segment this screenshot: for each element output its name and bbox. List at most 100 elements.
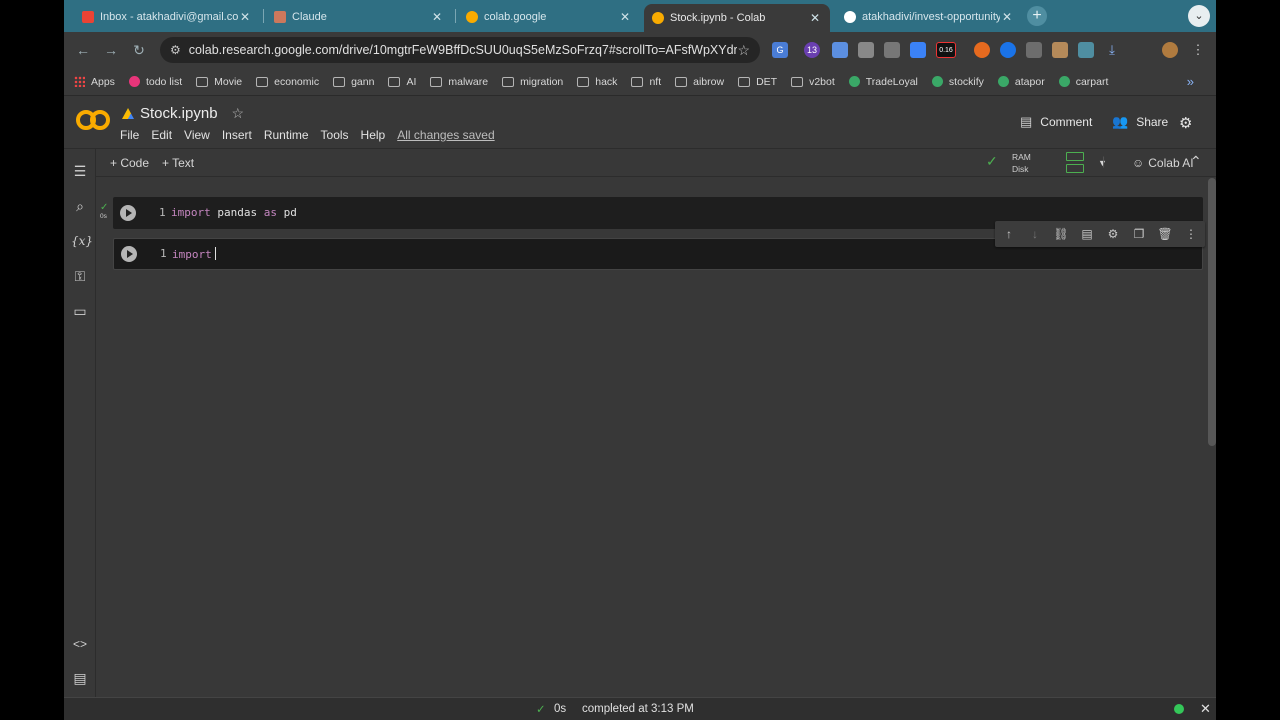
code-editor[interactable]: import bbox=[172, 247, 216, 261]
menu-runtime[interactable]: Runtime bbox=[264, 128, 309, 142]
avatar[interactable] bbox=[1162, 42, 1178, 58]
collapse-chevron-up-icon[interactable]: ⌃ bbox=[1190, 153, 1202, 170]
link-icon[interactable]: ⛓ bbox=[1053, 226, 1069, 242]
close-status-icon[interactable]: ✕ bbox=[1200, 701, 1211, 717]
move-down-arrow-icon[interactable]: ↓ bbox=[1027, 226, 1043, 242]
save-status-link[interactable]: All changes saved bbox=[397, 128, 494, 142]
menu-file[interactable]: File bbox=[120, 128, 139, 142]
extensions-puzzle-icon[interactable] bbox=[1078, 42, 1094, 58]
bookmark-folder[interactable]: nft bbox=[631, 76, 661, 88]
bookmark-todo-list[interactable]: todo list bbox=[128, 76, 182, 88]
bookmark-folder[interactable]: v2bot bbox=[791, 76, 835, 88]
bookmark-tradeloyal[interactable]: TradeLoyal bbox=[848, 76, 918, 88]
extension-icon[interactable] bbox=[910, 42, 926, 58]
cell-settings-gear-icon[interactable]: ⚙ bbox=[1105, 226, 1121, 242]
bookmark-star-icon[interactable]: ☆ bbox=[737, 42, 750, 59]
bookmark-atapor[interactable]: atapor bbox=[997, 76, 1045, 88]
menu-help[interactable]: Help bbox=[361, 128, 386, 142]
run-cell-play-icon[interactable] bbox=[120, 205, 136, 221]
bookmark-folder[interactable]: gann bbox=[333, 76, 374, 88]
mirror-cell-icon[interactable]: ❐ bbox=[1131, 226, 1147, 242]
kebab-menu-icon[interactable]: ⋮ bbox=[1190, 42, 1206, 58]
secrets-key-icon[interactable]: ⚿ bbox=[71, 267, 89, 285]
close-icon[interactable]: ✕ bbox=[808, 11, 822, 25]
table-of-contents-icon[interactable]: ☰ bbox=[71, 162, 89, 180]
notebook-name[interactable]: Stock.ipynb bbox=[140, 105, 218, 122]
tab-stock-ipynb[interactable]: Stock.ipynb - Colab ✕ bbox=[644, 4, 830, 32]
comment-button[interactable]: ▤ Comment bbox=[1020, 114, 1092, 130]
bookmark-label: malware bbox=[448, 75, 489, 88]
add-text-cell-button[interactable]: + Text bbox=[162, 156, 194, 170]
extension-badge-13[interactable]: 13 bbox=[804, 42, 820, 58]
extension-icon[interactable] bbox=[884, 42, 900, 58]
extension-icon[interactable] bbox=[1000, 42, 1016, 58]
extension-badge-016[interactable]: 0.16 bbox=[936, 42, 956, 58]
share-button[interactable]: 👥 Share bbox=[1112, 114, 1168, 130]
star-icon[interactable]: ☆ bbox=[232, 105, 245, 122]
bookmark-folder[interactable]: aibrow bbox=[675, 76, 724, 88]
folder-icon bbox=[738, 76, 751, 87]
menu-insert[interactable]: Insert bbox=[222, 128, 252, 142]
bookmark-stockify[interactable]: stockify bbox=[931, 76, 984, 88]
site-settings-icon[interactable]: ⚙ bbox=[170, 43, 181, 57]
tab-title: Stock.ipynb - Colab bbox=[670, 12, 766, 24]
extension-icon[interactable] bbox=[858, 42, 874, 58]
extension-icon[interactable] bbox=[974, 42, 990, 58]
settings-gear-icon[interactable]: ⚙ bbox=[1179, 114, 1192, 132]
resource-monitor[interactable]: RAM Disk bbox=[1012, 151, 1031, 175]
more-options-kebab-icon[interactable]: ⋮ bbox=[1183, 226, 1199, 242]
line-number: 1 bbox=[159, 206, 166, 219]
comment-icon[interactable]: ▤ bbox=[1079, 226, 1095, 242]
download-icon[interactable]: ⤓ bbox=[1104, 42, 1120, 58]
reload-icon[interactable]: ↻ bbox=[130, 41, 148, 59]
menu-edit[interactable]: Edit bbox=[151, 128, 172, 142]
bookmark-folder[interactable]: migration bbox=[502, 76, 563, 88]
bookmark-folder[interactable]: hack bbox=[577, 76, 617, 88]
code-snippets-icon[interactable]: <> bbox=[71, 635, 89, 653]
files-folder-icon[interactable]: ▭ bbox=[71, 302, 89, 320]
notebook-title: Stock.ipynb ☆ bbox=[122, 105, 244, 122]
close-icon[interactable]: ✕ bbox=[430, 10, 444, 24]
ram-meter bbox=[1066, 152, 1084, 161]
forward-arrow-icon[interactable]: → bbox=[102, 41, 120, 59]
tab-gmail[interactable]: Inbox - atakhadivi@gmail.com ✕ bbox=[74, 5, 260, 28]
bookmark-folder[interactable]: AI bbox=[388, 76, 416, 88]
new-tab-button[interactable]: + bbox=[1027, 6, 1047, 26]
tab-github[interactable]: atakhadivi/invest-opportunity ✕ bbox=[836, 5, 1022, 28]
notebook-scrollbar[interactable] bbox=[1208, 178, 1216, 446]
bookmark-folder[interactable]: economic bbox=[256, 76, 319, 88]
menu-tools[interactable]: Tools bbox=[321, 128, 349, 142]
bookmark-folder[interactable]: Movie bbox=[196, 76, 242, 88]
search-icon[interactable]: ⌕ bbox=[71, 197, 89, 215]
tab-claude[interactable]: Claude ✕ bbox=[266, 5, 452, 28]
url-bar[interactable]: ⚙ colab.research.google.com/drive/10mgtr… bbox=[160, 37, 760, 63]
add-code-cell-button[interactable]: + Code bbox=[110, 156, 149, 170]
translate-extension-icon[interactable]: G bbox=[772, 42, 788, 58]
terminal-icon[interactable]: ▤ bbox=[71, 669, 89, 687]
bookmark-folder[interactable]: DET bbox=[738, 76, 777, 88]
rss-icon[interactable] bbox=[1026, 42, 1042, 58]
folder-icon bbox=[256, 76, 269, 87]
code-editor[interactable]: import pandas as pd bbox=[171, 206, 297, 219]
bookmark-carpart[interactable]: carpart bbox=[1058, 76, 1108, 88]
colab-ai-button[interactable]: ☺ Colab AI bbox=[1132, 156, 1194, 170]
close-icon[interactable]: ✕ bbox=[1000, 10, 1014, 24]
tab-search-chevron-icon[interactable]: ⌄ bbox=[1188, 5, 1210, 27]
tab-colab-google[interactable]: colab.google ✕ bbox=[458, 5, 640, 28]
close-icon[interactable]: ✕ bbox=[618, 10, 632, 24]
extension-icon[interactable] bbox=[832, 42, 848, 58]
close-icon[interactable]: ✕ bbox=[238, 10, 252, 24]
more-bookmarks-icon[interactable]: » bbox=[1187, 74, 1194, 89]
bookmark-folder[interactable]: malware bbox=[430, 76, 488, 88]
move-up-arrow-icon[interactable]: ↑ bbox=[1001, 226, 1017, 242]
extension-icon[interactable] bbox=[1052, 42, 1068, 58]
address-bar-row: ← → ↻ ⚙ colab.research.google.com/drive/… bbox=[64, 32, 1216, 68]
bookmark-apps[interactable]: Apps bbox=[74, 76, 115, 88]
menu-view[interactable]: View bbox=[184, 128, 210, 142]
colab-logo-icon[interactable] bbox=[76, 110, 110, 132]
back-arrow-icon[interactable]: ← bbox=[74, 41, 92, 59]
url-text[interactable]: colab.research.google.com/drive/10mgtrFe… bbox=[189, 43, 738, 57]
run-cell-play-icon[interactable] bbox=[121, 246, 137, 262]
delete-trash-icon[interactable]: 🗑 bbox=[1157, 226, 1173, 242]
variables-icon[interactable]: {x} bbox=[71, 232, 93, 250]
